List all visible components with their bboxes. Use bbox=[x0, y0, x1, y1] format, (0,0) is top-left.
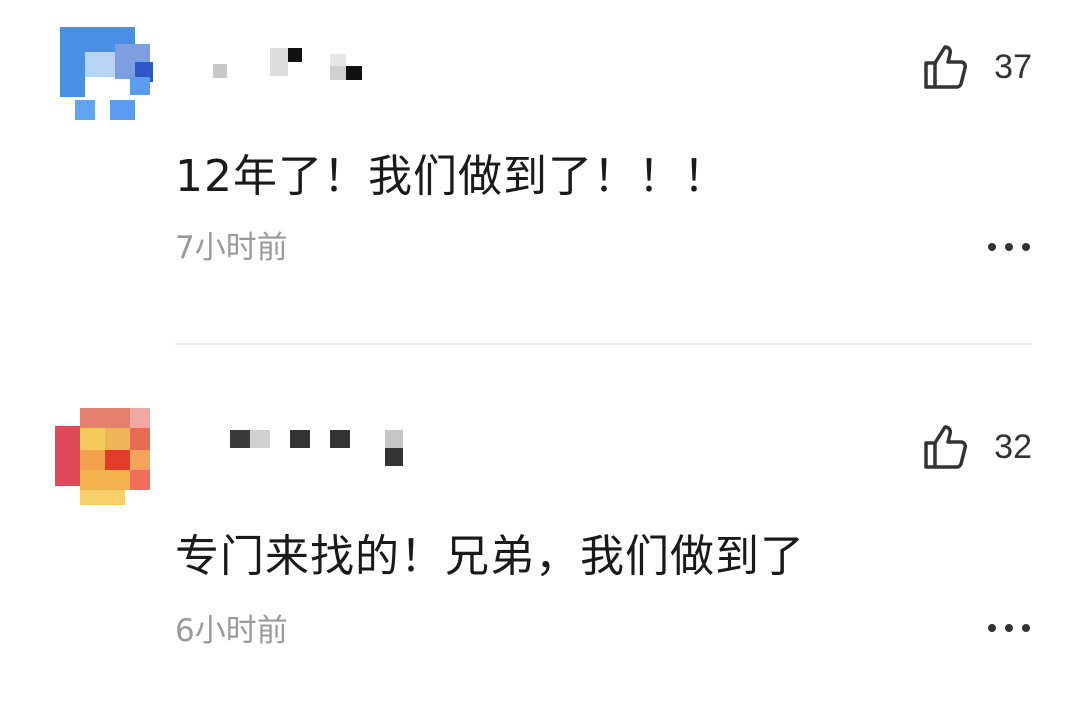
like-button[interactable]: 32 bbox=[922, 422, 1032, 472]
username-redacted[interactable] bbox=[205, 42, 425, 82]
more-options-icon[interactable] bbox=[988, 623, 1030, 633]
comment-text: 专门来找的！兄弟，我们做到了 bbox=[175, 531, 805, 582]
like-count: 37 bbox=[994, 47, 1032, 86]
comment-item: 37 12年了！我们做到了！！！ 7小时前 bbox=[0, 0, 1080, 345]
comment-time: 7小时前 bbox=[175, 230, 288, 266]
divider bbox=[175, 343, 1032, 345]
comment-text: 12年了！我们做到了！！！ bbox=[175, 151, 728, 202]
avatar[interactable] bbox=[55, 22, 155, 122]
avatar[interactable] bbox=[55, 408, 155, 508]
more-options-icon[interactable] bbox=[988, 242, 1030, 252]
like-button[interactable]: 37 bbox=[922, 42, 1032, 92]
thumbs-up-icon bbox=[924, 425, 968, 469]
username-redacted[interactable] bbox=[205, 425, 425, 466]
comment-time: 6小时前 bbox=[175, 613, 288, 649]
comment-item: 32 专门来找的！兄弟，我们做到了 6小时前 bbox=[0, 380, 1080, 717]
thumbs-up-icon bbox=[924, 45, 968, 89]
like-count: 32 bbox=[994, 427, 1032, 466]
